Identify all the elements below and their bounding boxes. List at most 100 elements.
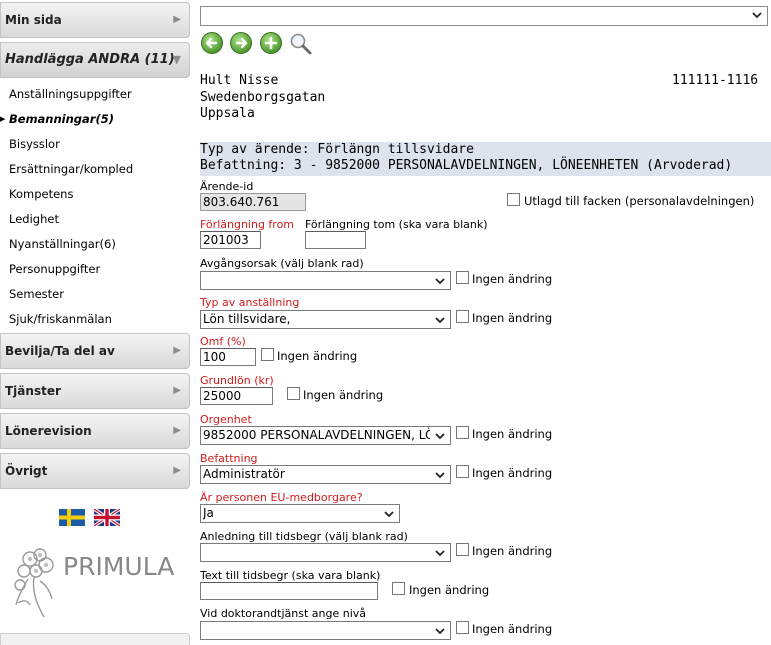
arende-id-field: 803.640.761: [200, 193, 306, 211]
back-button[interactable]: [201, 32, 223, 54]
anledning-label: Anledning till tidsbegr (välj blank rad): [200, 530, 408, 543]
section-label: Bevilja/Ta del av: [5, 344, 115, 358]
section-label: Lönerevision: [5, 424, 92, 438]
orgenhet-label: Orgenhet: [200, 413, 252, 426]
sidebar-item-bisysslor[interactable]: Bisysslor: [9, 135, 60, 153]
sidebar-section-tjanster[interactable]: Tjänster ▶: [0, 373, 190, 409]
sidebar-section-ovrigt[interactable]: Övrigt ▶: [0, 453, 190, 489]
sidebar-item-label: Bisysslor: [9, 137, 60, 151]
case-info-band: Typ av ärende: Förlängn tillsvidare Befa…: [200, 142, 771, 176]
chevron-down-icon: [435, 472, 445, 479]
person-name: Hult Nisse: [200, 73, 279, 88]
forl-from-field[interactable]: 201003: [200, 231, 261, 249]
sidebar-section-bevilja[interactable]: Bevilja/Ta del av ▶: [0, 333, 190, 369]
case-position: Befattning: 3 - 9852000 PERSONALAVDELNIN…: [200, 158, 733, 173]
sidebar-item-label: Kompetens: [9, 187, 74, 201]
omf-ingen-andring-checkbox[interactable]: [261, 348, 274, 361]
befattning-label: Befattning: [200, 452, 258, 465]
sidebar-item-label: Anställningsuppgifter: [9, 87, 132, 101]
arrow-right-icon: ▶: [173, 345, 181, 356]
uk-flag-icon[interactable]: [94, 509, 120, 526]
orgenhet-ingen-andring-checkbox[interactable]: [456, 426, 469, 439]
grundlon-ingen-andring-checkbox[interactable]: [287, 387, 300, 400]
text-tidsbegr-field[interactable]: [200, 582, 378, 600]
typ-anst-ingen-andring-checkbox[interactable]: [456, 310, 469, 323]
primula-flower-logo-icon: [10, 545, 66, 625]
sidebar-item-semester[interactable]: Semester: [9, 285, 64, 303]
sidebar-section-handlagga[interactable]: Handlägga ANDRA (11) ▼: [0, 42, 190, 78]
text-tidsbegr-label: Text till tidsbegr (ska vara blank): [200, 569, 381, 582]
omf-field[interactable]: 100: [200, 348, 256, 366]
omf-label: Omf (%): [200, 335, 246, 348]
grundlon-field[interactable]: 25000: [200, 387, 273, 405]
forward-button[interactable]: [230, 32, 252, 54]
avgangsorsak-label: Avgångsorsak (välj blank rad): [200, 257, 364, 270]
sidebar-item-label: Bemanningar(5): [9, 112, 114, 126]
avgangsorsak-ingen-andring-checkbox[interactable]: [456, 271, 469, 284]
doktorand-label: Vid doktorandtjänst ange nivå: [200, 607, 367, 620]
sidebar-item-ledighet[interactable]: Ledighet: [9, 210, 59, 228]
doktorand-ingen-andring-checkbox[interactable]: [456, 621, 469, 634]
arrow-right-icon: ▶: [173, 14, 181, 25]
befattning-ingen-andring-checkbox[interactable]: [456, 465, 469, 478]
ingen-andring-label: Ingen ändring: [472, 622, 553, 636]
section-label: Tjänster: [5, 384, 61, 398]
ingen-andring-label: Ingen ändring: [277, 349, 358, 363]
plus-icon: [264, 36, 278, 50]
sidebar-item-sjuk-friskanmalan[interactable]: Sjuk/friskanmälan: [9, 310, 112, 328]
sidebar-item-kompetens[interactable]: Kompetens: [9, 185, 73, 203]
ingen-andring-label: Ingen ändring: [472, 272, 553, 286]
chevron-down-icon: [435, 317, 445, 324]
text-tidsbegr-ingen-andring-checkbox[interactable]: [392, 582, 405, 595]
swedish-flag-icon[interactable]: [59, 509, 85, 526]
select-value: Administratör: [203, 467, 285, 481]
avgangsorsak-select[interactable]: [200, 271, 451, 290]
arrow-right-icon: ▶: [173, 465, 181, 476]
sidebar-item-bemanningar[interactable]: ▶ Bemanningar(5): [0, 110, 114, 128]
chevron-down-icon: [384, 511, 394, 518]
doktorand-select[interactable]: [200, 621, 451, 640]
ingen-andring-label: Ingen ändring: [472, 466, 553, 480]
befattning-select[interactable]: Administratör: [200, 465, 451, 484]
chevron-down-icon: [435, 550, 445, 557]
utlagd-checkbox[interactable]: [507, 193, 520, 206]
sidebar-section-min-sida[interactable]: Min sida ▶: [0, 2, 190, 38]
forl-tom-field[interactable]: [305, 231, 366, 249]
arende-id-label: Ärende-id: [200, 180, 254, 193]
typ-anst-select[interactable]: Lön tillsvidare,: [200, 310, 451, 329]
logo-text: PRIMULA: [63, 552, 175, 581]
chevron-down-icon: [435, 278, 445, 285]
typ-anst-label: Typ av anställning: [200, 296, 300, 309]
ingen-andring-label: Ingen ändring: [472, 311, 553, 325]
arrow-left-icon: [205, 37, 218, 49]
sidebar-item-label: Ledighet: [9, 212, 59, 226]
chevron-down-icon: [752, 12, 762, 19]
magnifier-icon: [290, 33, 312, 55]
sidebar-item-anstallningsuppgifter[interactable]: Anställningsuppgifter: [9, 85, 132, 103]
anledning-ingen-andring-checkbox[interactable]: [456, 543, 469, 556]
sidebar-item-nyanstallningar[interactable]: Nyanställningar(6): [9, 235, 116, 253]
chevron-down-icon: [435, 433, 445, 440]
select-value: 9852000 PERSONALAVDELNINGEN, LÖNEENHETEN: [203, 428, 430, 442]
anledning-select[interactable]: [200, 543, 451, 562]
top-select[interactable]: [200, 6, 768, 26]
sidebar-item-label: Nyanställningar(6): [9, 237, 116, 251]
arrow-down-icon: ▼: [172, 53, 181, 66]
sidebar-item-ersattningar[interactable]: Ersättningar/kompled: [9, 160, 133, 178]
eu-label: Är personen EU-medborgare?: [200, 491, 363, 504]
orgenhet-select[interactable]: 9852000 PERSONALAVDELNINGEN, LÖNEENHETEN: [200, 426, 451, 445]
arrow-right-icon: ▶: [173, 425, 181, 436]
forl-from-label: Förlängning from: [200, 218, 295, 231]
eu-select[interactable]: Ja: [200, 504, 400, 523]
sidebar-item-label: Sjuk/friskanmälan: [9, 312, 112, 326]
search-button[interactable]: [289, 32, 313, 56]
sidebar-item-label: Personuppgifter: [9, 262, 101, 276]
add-button[interactable]: [260, 32, 282, 54]
person-id: 111111-1116: [672, 73, 759, 88]
section-label: Handlägga ANDRA (11): [5, 52, 175, 67]
sidebar-item-personuppgifter[interactable]: Personuppgifter: [9, 260, 100, 278]
sidebar: Min sida ▶ Handlägga ANDRA (11) ▼ Anstäl…: [0, 0, 191, 645]
select-value: Lön tillsvidare,: [203, 312, 291, 326]
address-city: Uppsala: [200, 106, 255, 121]
sidebar-section-lonerevision[interactable]: Lönerevision ▶: [0, 413, 190, 449]
